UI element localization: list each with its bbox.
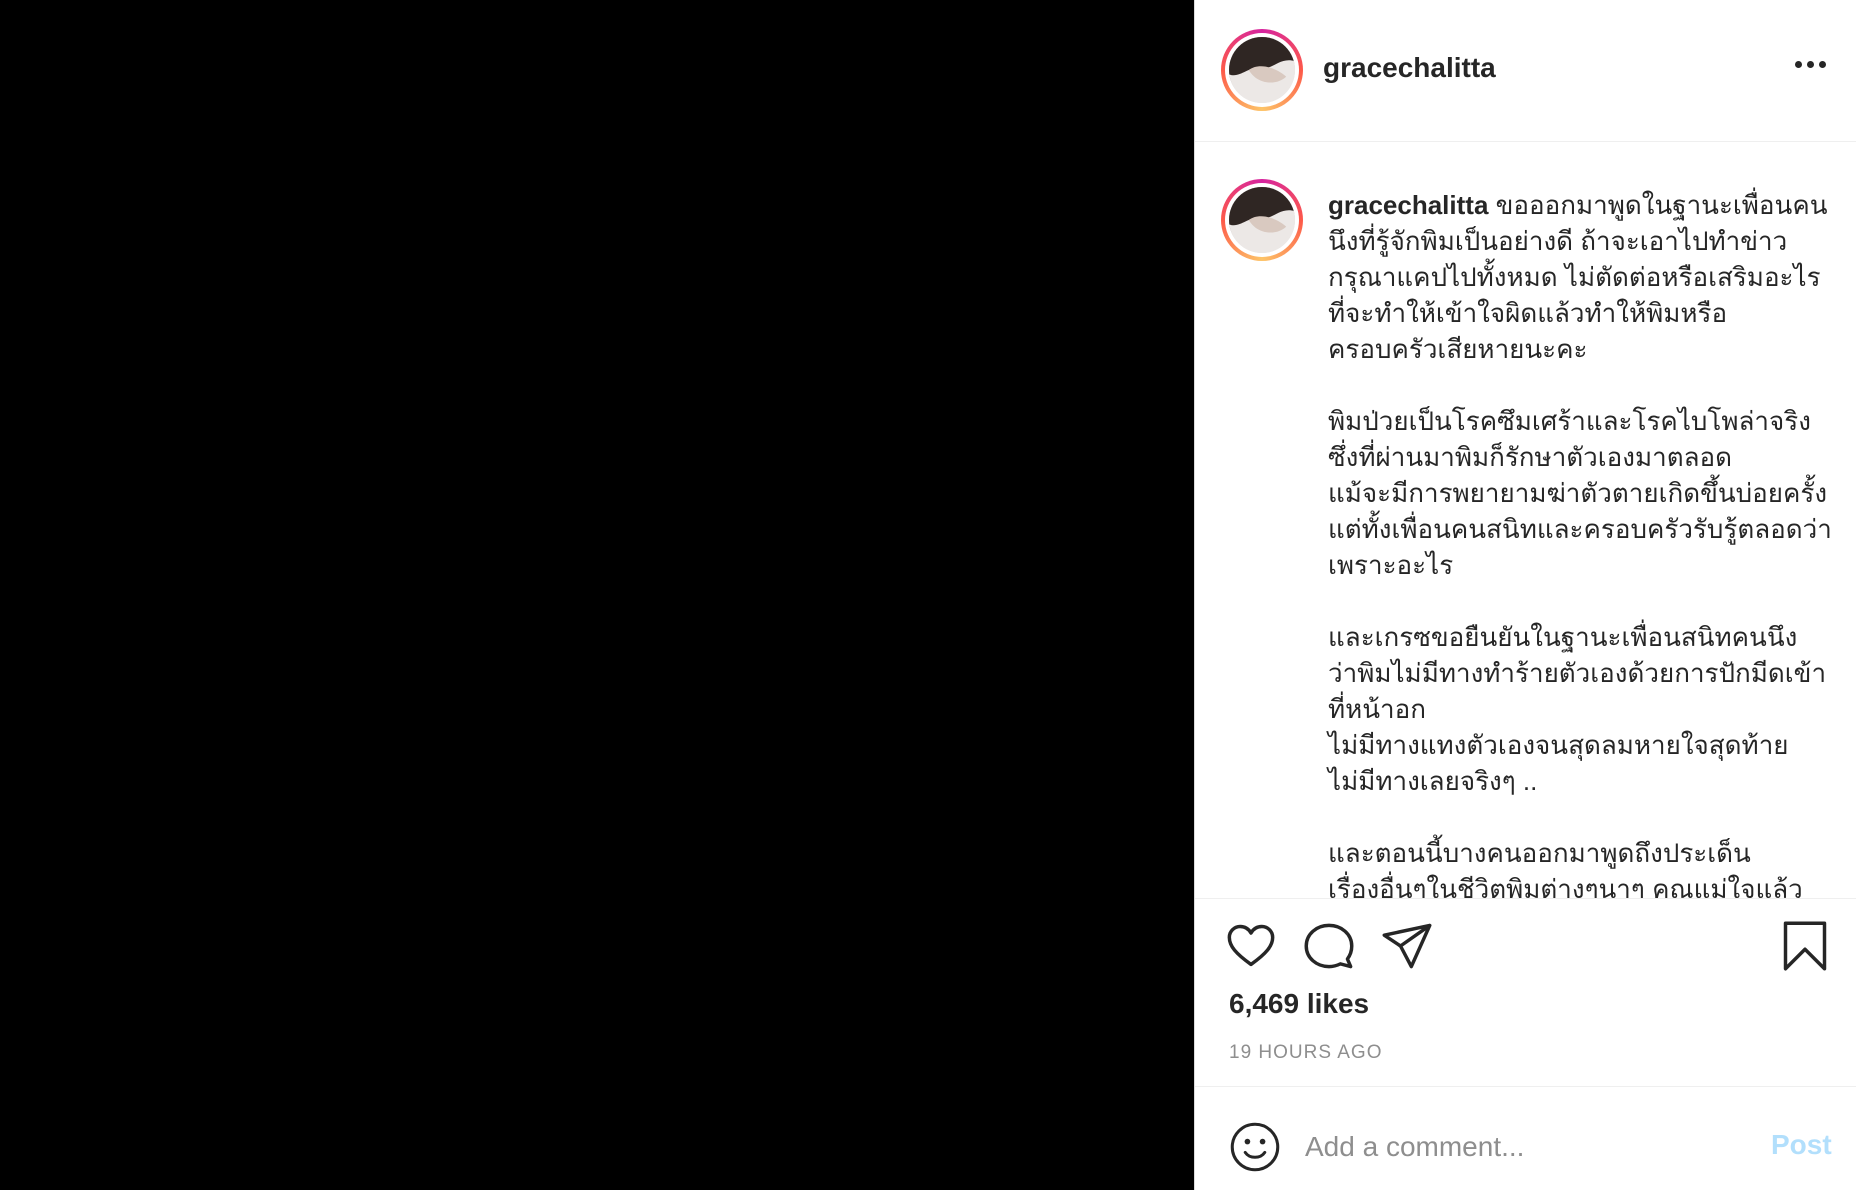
post-caption: gracechalitta ขอออกมาพูดในฐานะเพื่อนคนนึ… <box>1328 187 1848 899</box>
bookmark-icon[interactable] <box>1779 920 1831 972</box>
author-avatar[interactable] <box>1221 29 1303 111</box>
post-timestamp[interactable]: 19 HOURS AGO <box>1229 1042 1383 1064</box>
avatar-image <box>1229 37 1295 103</box>
caption-username[interactable]: gracechalitta <box>1328 190 1488 220</box>
comment-input[interactable] <box>1305 1123 1705 1171</box>
comment-icon[interactable] <box>1303 920 1355 972</box>
more-options-icon[interactable] <box>1795 56 1829 72</box>
caption-text: ขอออกมาพูดในฐานะเพื่อนคนนึงที่รู้จักพิมเ… <box>1328 190 1832 899</box>
avatar-image <box>1229 187 1295 253</box>
comment-bar: Post <box>1195 1086 1856 1190</box>
header-username[interactable]: gracechalitta <box>1323 52 1496 84</box>
heart-icon[interactable] <box>1225 920 1277 972</box>
post-media <box>0 0 1194 1190</box>
post-side-panel: gracechalitta gracechalitta ขอออกมาพูดใน… <box>1194 0 1856 1190</box>
action-bar <box>1195 900 1856 990</box>
caption-author-avatar[interactable] <box>1221 179 1303 261</box>
post-header: gracechalitta <box>1195 0 1856 142</box>
post-comment-button[interactable]: Post <box>1771 1129 1832 1161</box>
likes-count[interactable]: 6,469 likes <box>1229 988 1369 1020</box>
share-icon[interactable] <box>1381 920 1433 972</box>
caption-scroll-area[interactable]: gracechalitta ขอออกมาพูดในฐานะเพื่อนคนนึ… <box>1195 143 1856 899</box>
emoji-icon[interactable] <box>1229 1121 1281 1173</box>
